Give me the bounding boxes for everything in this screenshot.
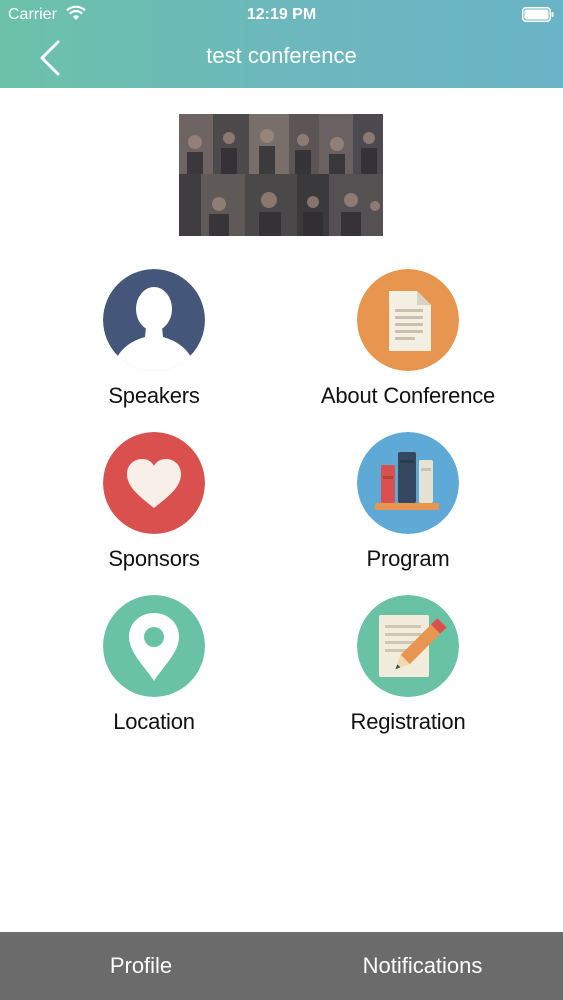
tab-profile[interactable]: Profile: [0, 932, 282, 1000]
program-label: Program: [366, 546, 450, 571]
registration-icon-circle: [357, 595, 459, 697]
status-bar: Carrier 12:19 PM: [0, 0, 563, 30]
menu-item-speakers[interactable]: Speakers: [44, 269, 264, 419]
bottom-tab-bar: Profile Notifications: [0, 932, 563, 1000]
speakers-label: Speakers: [108, 383, 200, 408]
page-title: test conference: [206, 43, 357, 68]
menu-item-sponsors[interactable]: Sponsors: [44, 432, 264, 582]
map-pin-icon: [103, 595, 205, 697]
notepad-pencil-icon: [357, 595, 459, 697]
tab-notifications[interactable]: Notifications: [282, 932, 563, 1000]
document-icon: [357, 269, 459, 371]
navigation-bar: test conference: [0, 30, 563, 88]
status-time: 12:19 PM: [246, 6, 317, 23]
location-icon-circle: [103, 595, 205, 697]
battery-icon: [522, 7, 554, 22]
registration-label: Registration: [350, 709, 466, 734]
location-label: Location: [113, 709, 195, 734]
sponsors-label: Sponsors: [108, 546, 200, 571]
menu-item-program[interactable]: Program: [298, 432, 518, 582]
about-conference-icon-circle: [357, 269, 459, 371]
heart-icon: [103, 432, 205, 534]
books-icon: [357, 432, 459, 534]
speakers-icon-circle: [103, 269, 205, 371]
photo-collage-image: [179, 114, 383, 236]
menu-item-registration[interactable]: Registration: [298, 595, 518, 745]
about-conference-label: About Conference: [320, 383, 496, 408]
program-icon-circle: [357, 432, 459, 534]
conference-banner-image: [179, 114, 383, 236]
menu-item-location[interactable]: Location: [44, 595, 264, 745]
speaker-person-icon: [103, 269, 205, 371]
sponsors-icon-circle: [103, 432, 205, 534]
header-bar: Carrier 12:19 PM test conference: [0, 0, 563, 88]
menu-item-about-conference[interactable]: About Conference: [298, 269, 518, 419]
